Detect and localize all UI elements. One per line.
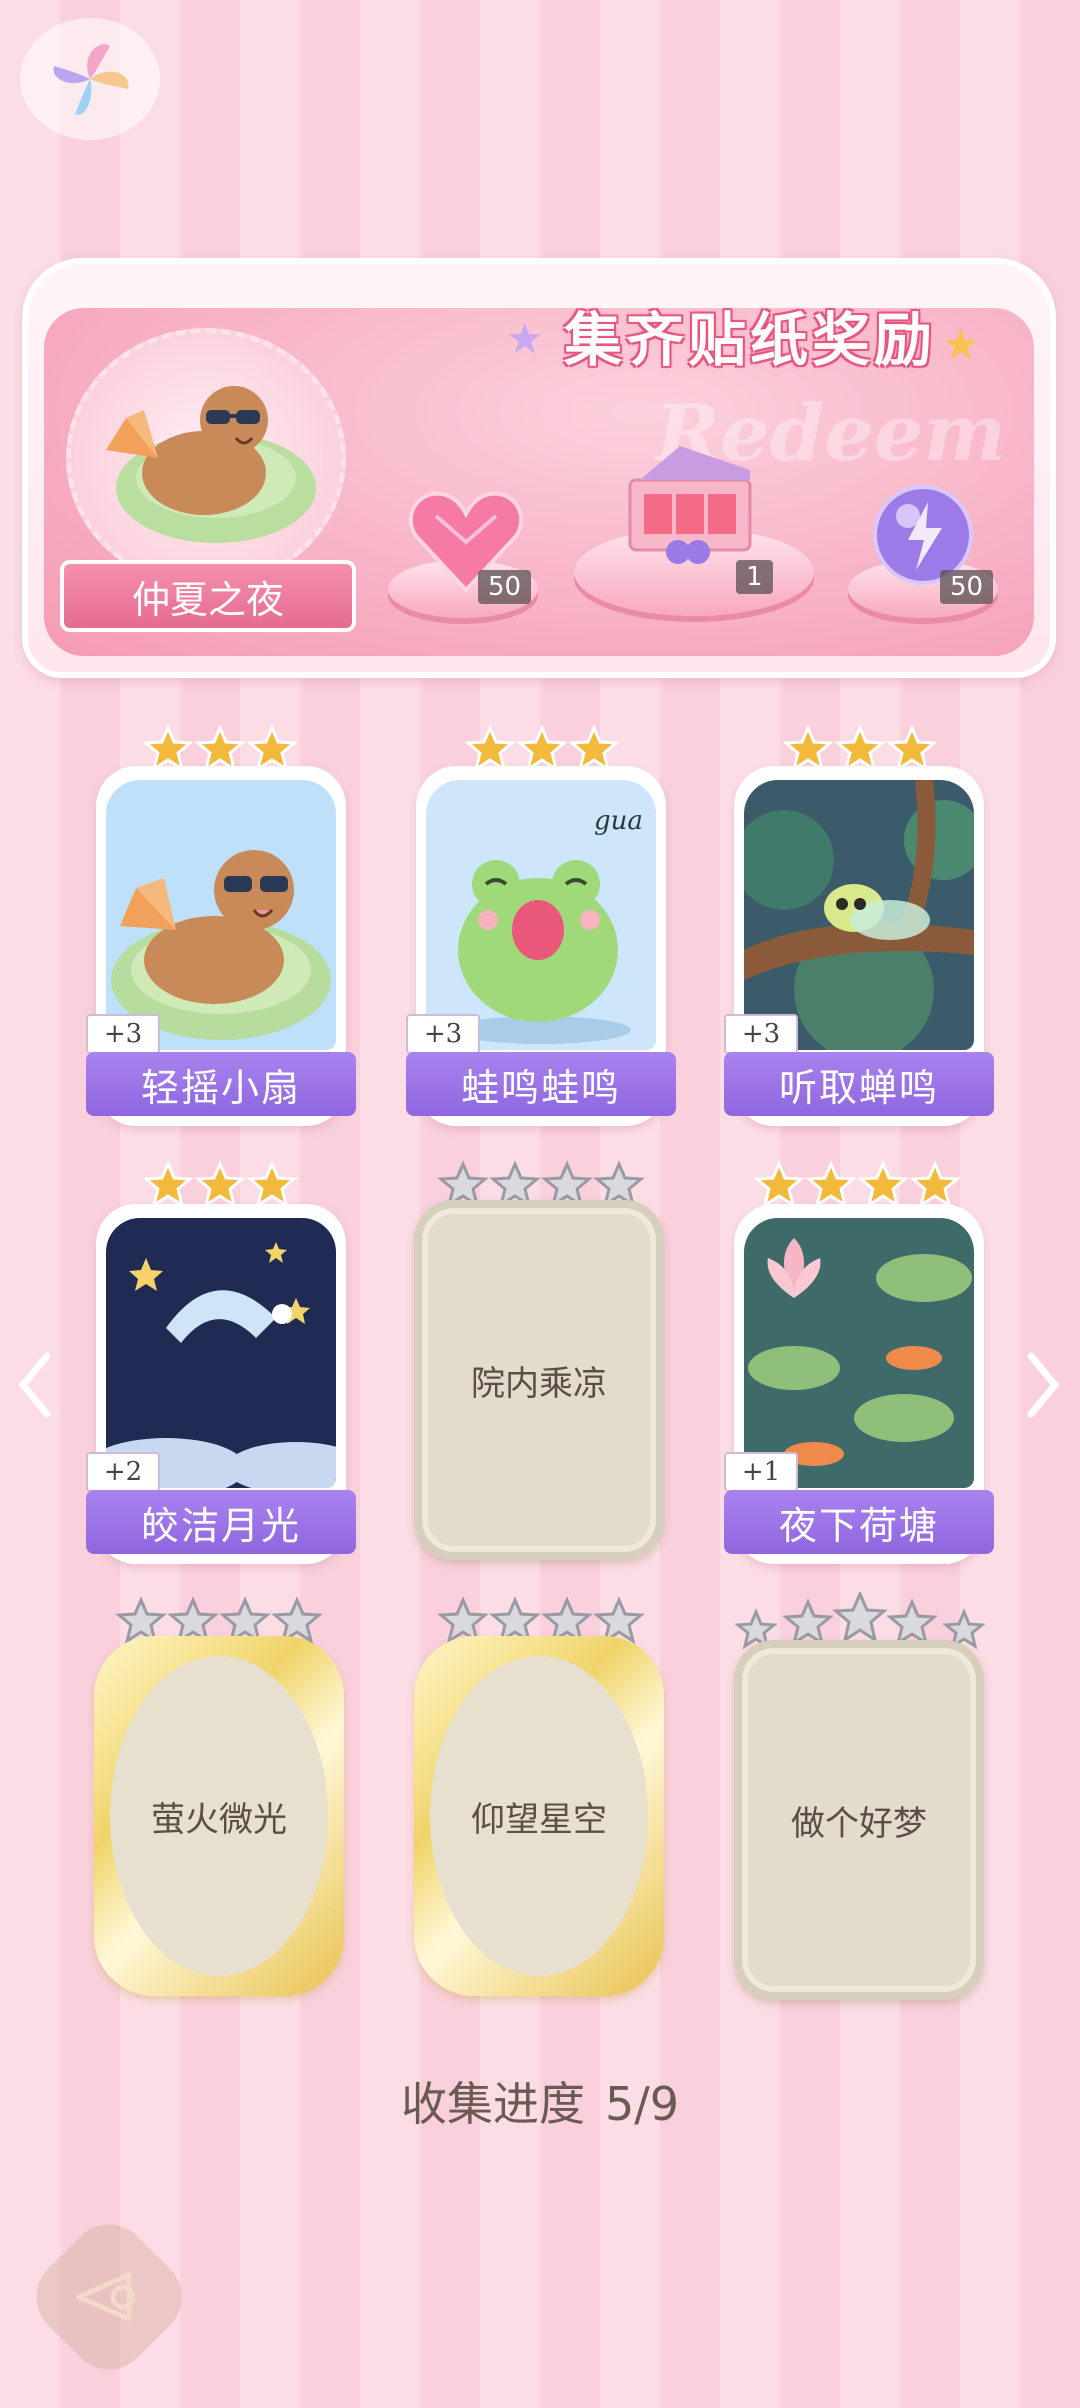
moon-icon — [106, 1242, 336, 1488]
card-image — [744, 1218, 974, 1488]
card-image — [106, 1218, 336, 1488]
theme-avatar — [66, 328, 346, 588]
theme-name-ribbon: 仲夏之夜 — [60, 560, 356, 632]
banner-title: 集齐贴纸奖励 — [563, 306, 936, 374]
chevron-left-icon — [18, 1352, 51, 1418]
locked-sticker-card[interactable]: 做个好梦 — [734, 1640, 984, 2000]
reward-count: 50 — [940, 570, 994, 604]
card-label: 夜下荷塘 — [724, 1490, 994, 1554]
gift-box-icon[interactable] — [620, 440, 760, 570]
card-label: 仰望星空 — [471, 1799, 607, 1840]
prev-page-arrow[interactable] — [10, 1340, 60, 1430]
bonus-badge: +1 — [724, 1452, 798, 1492]
app-logo[interactable] — [20, 18, 160, 140]
card-label: 蛙鸣蛙鸣 — [406, 1052, 676, 1116]
progress-value: 5/9 — [604, 2077, 680, 2131]
card-label: 皎洁月光 — [86, 1490, 356, 1554]
card-caption: gua — [594, 806, 643, 836]
progress-label: 收集进度 — [400, 2077, 585, 2131]
card-placeholder: 萤火微光 — [110, 1656, 328, 1976]
next-page-arrow[interactable] — [1018, 1340, 1068, 1430]
locked-sticker-card[interactable]: 院内乘凉 — [414, 1200, 664, 1560]
sticker-card[interactable]: +3 听取蝉鸣 — [724, 766, 994, 1126]
bonus-badge: +3 — [724, 1014, 798, 1054]
card-label: 萤火微光 — [151, 1799, 287, 1840]
locked-sticker-card[interactable]: 仰望星空 — [414, 1636, 664, 1996]
pinwheel-logo-icon — [53, 44, 129, 115]
back-arrow-icon — [76, 2272, 136, 2322]
sticker-card[interactable]: gua +3 蛙鸣蛙鸣 — [406, 766, 676, 1126]
card-placeholder: 仰望星空 — [430, 1656, 648, 1976]
cicada-icon — [744, 780, 974, 1050]
card-image — [106, 780, 336, 1050]
star-deco-icon: ★ — [942, 320, 980, 369]
collection-progress: 收集进度 5/9 — [0, 2068, 1080, 2134]
card-label: 轻摇小扇 — [86, 1052, 356, 1116]
lotus-pond-icon — [748, 1238, 972, 1466]
reward-count: 50 — [478, 570, 532, 604]
bonus-badge: +2 — [86, 1452, 160, 1492]
card-image — [744, 780, 974, 1050]
reward-count: 1 — [736, 560, 773, 594]
card-label: 听取蝉鸣 — [724, 1052, 994, 1116]
card-label: 院内乘凉 — [471, 1363, 607, 1404]
sticker-card[interactable]: +2 皎洁月光 — [86, 1204, 356, 1564]
sticker-card[interactable]: +3 轻摇小扇 — [86, 766, 356, 1126]
card-label: 做个好梦 — [791, 1803, 927, 1844]
bonus-badge: +3 — [86, 1014, 160, 1054]
locked-sticker-card[interactable]: 萤火微光 — [94, 1636, 344, 1996]
chevron-right-icon — [1027, 1352, 1060, 1418]
back-button[interactable] — [19, 2207, 199, 2387]
capybara-fan-icon — [111, 850, 331, 1040]
bonus-badge: +3 — [406, 1014, 480, 1054]
capybara-lounging-icon — [106, 386, 316, 543]
sticker-card[interactable]: +1 夜下荷塘 — [724, 1204, 994, 1564]
